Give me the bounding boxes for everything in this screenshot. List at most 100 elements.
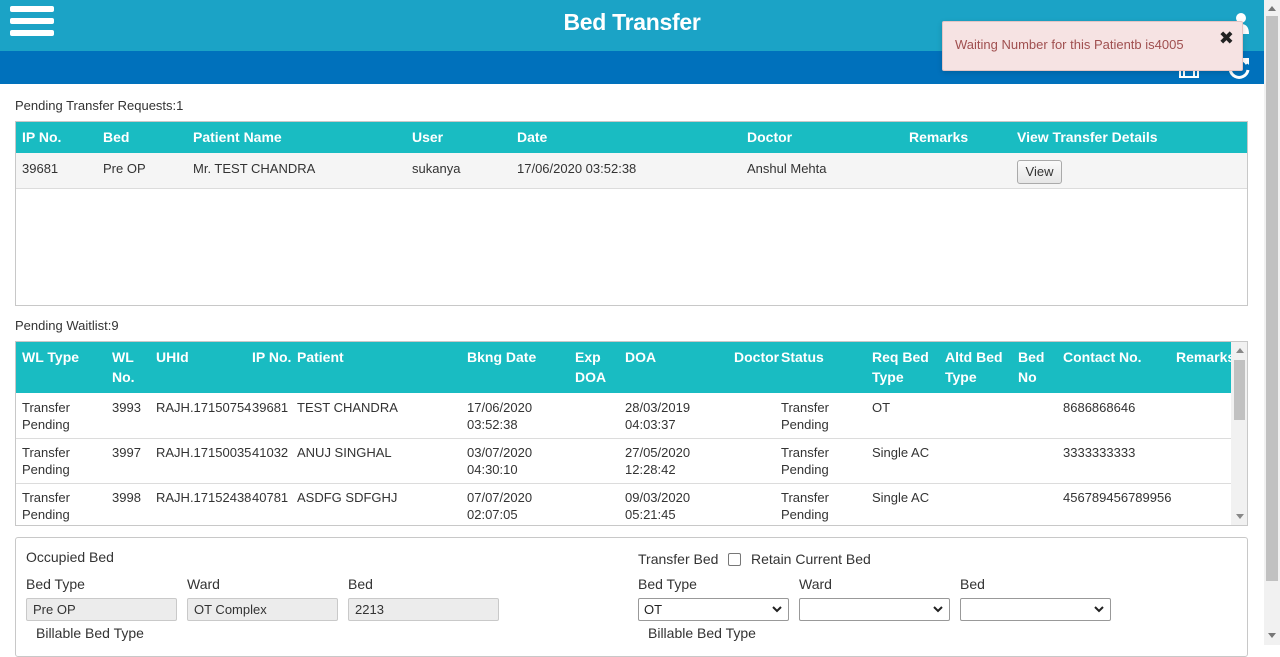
cell-wl-type: Transfer Pending bbox=[22, 400, 70, 432]
col-doctor: Doctor bbox=[734, 349, 780, 365]
chevron-down-icon bbox=[1094, 606, 1104, 613]
waitlist-scrollbar[interactable] bbox=[1231, 342, 1247, 525]
transfer-bed-type-label: Bed Type bbox=[638, 576, 697, 592]
cell-patient: TEST CHANDRA bbox=[297, 400, 398, 415]
col-contact-no: Contact No. bbox=[1063, 349, 1142, 365]
bed-transfer-form: Occupied Bed Bed Type Ward Bed Pre OP OT… bbox=[15, 537, 1248, 657]
occupied-bed-type-field: Pre OP bbox=[26, 598, 177, 621]
toast-message: Waiting Number for this Patientb is4005 bbox=[955, 37, 1184, 52]
transfer-ward-select[interactable] bbox=[799, 598, 950, 621]
occupied-bed-field: 2213 bbox=[348, 598, 499, 621]
col-bed-no: Bed No bbox=[1018, 349, 1045, 385]
cell-contact: 3333333333 bbox=[1063, 445, 1136, 460]
transfer-bed-type-select[interactable]: OT bbox=[638, 598, 789, 621]
cell-contact: 8686868646 bbox=[1063, 400, 1136, 415]
view-button[interactable]: View bbox=[1017, 160, 1062, 184]
cell-doa: 28/03/2019 04:03:37 bbox=[625, 400, 691, 432]
table-row[interactable]: 39681 Pre OP Mr. TEST CHANDRA sukanya 17… bbox=[16, 153, 1247, 188]
col-doctor: Doctor bbox=[747, 129, 793, 145]
scroll-thumb[interactable] bbox=[1266, 16, 1278, 581]
cell-wl-type: Transfer Pending bbox=[22, 445, 70, 477]
col-wl-no: WL No. bbox=[112, 349, 135, 385]
retain-current-bed-label: Retain Current Bed bbox=[751, 551, 871, 567]
occupied-ward-field: OT Complex bbox=[187, 598, 338, 621]
page-scrollbar[interactable] bbox=[1264, 0, 1280, 645]
cell-bkng-date: 07/07/2020 02:07:05 bbox=[467, 490, 533, 522]
cell-ip: 39681 bbox=[252, 400, 289, 415]
scroll-up-icon[interactable] bbox=[1236, 348, 1244, 353]
col-bed: Bed bbox=[103, 129, 130, 145]
col-remarks: Remarks bbox=[1176, 349, 1236, 365]
cell-ip: 39681 bbox=[22, 161, 59, 176]
col-req-bed-type: Req Bed Type bbox=[872, 349, 929, 385]
cell-status: Transfer Pending bbox=[781, 490, 829, 522]
col-ip-no: IP No. bbox=[22, 129, 62, 145]
chevron-down-icon bbox=[772, 606, 782, 613]
table-header: WL Type WL No. UHId IP No. Patient Bkng D… bbox=[16, 342, 1235, 393]
occupied-billable-label: Billable Bed Type bbox=[36, 625, 144, 641]
occupied-bed-type-label: Bed Type bbox=[26, 576, 85, 592]
chevron-down-icon bbox=[933, 606, 943, 613]
cell-bkng-date: 03/07/2020 04:30:10 bbox=[467, 445, 533, 477]
cell-wl-no: 3998 bbox=[112, 490, 141, 505]
retain-current-bed-checkbox[interactable] bbox=[728, 553, 741, 566]
close-icon[interactable]: ✖ bbox=[1219, 28, 1234, 49]
cell-patient: ANUJ SINGHAL bbox=[297, 445, 392, 460]
col-altd-bed-type: Altd Bed Type bbox=[945, 349, 1003, 385]
cell-doctor: Anshul Mehta bbox=[747, 161, 827, 176]
cell-patient: Mr. TEST CHANDRA bbox=[193, 161, 316, 176]
notification-toast: Waiting Number for this Patientb is4005 … bbox=[942, 21, 1243, 71]
table-row[interactable]: Transfer Pending 3998 RAJH.17152438 40781… bbox=[16, 483, 1231, 525]
scroll-thumb[interactable] bbox=[1234, 360, 1245, 420]
cell-doa: 09/03/2020 05:21:45 bbox=[625, 490, 691, 522]
col-doa: DOA bbox=[625, 349, 657, 365]
cell-date: 17/06/2020 03:52:38 bbox=[517, 161, 637, 176]
col-wl-type: WL Type bbox=[22, 349, 80, 365]
col-view-transfer-details: View Transfer Details bbox=[1017, 129, 1158, 145]
cell-contact: 456789456789956 bbox=[1063, 490, 1172, 505]
table-row[interactable]: Transfer Pending 3993 RAJH.17150754 39681… bbox=[16, 393, 1231, 438]
cell-patient: ASDFG SDFGHJ bbox=[297, 490, 398, 505]
cell-req-bed-type: OT bbox=[872, 400, 891, 415]
waitlist-table: WL Type WL No. UHId IP No. Patient Bkng D… bbox=[15, 341, 1248, 526]
cell-wl-type: Transfer Pending bbox=[22, 490, 70, 522]
col-exp-doa: Exp DOA bbox=[575, 349, 607, 385]
col-status: Status bbox=[781, 349, 824, 365]
row-divider bbox=[16, 188, 1247, 189]
scroll-down-icon[interactable] bbox=[1268, 633, 1276, 638]
pending-requests-table: IP No. Bed Patient Name User Date Doctor… bbox=[15, 121, 1248, 306]
occupied-bed-title: Occupied Bed bbox=[26, 549, 114, 565]
cell-status: Transfer Pending bbox=[781, 445, 829, 477]
pending-requests-label: Pending Transfer Requests:1 bbox=[15, 98, 184, 113]
cell-ip: 40781 bbox=[252, 490, 289, 505]
cell-wl-no: 3997 bbox=[112, 445, 141, 460]
transfer-billable-label: Billable Bed Type bbox=[648, 625, 756, 641]
transfer-bed-type-value: OT bbox=[644, 602, 663, 617]
cell-user: sukanya bbox=[412, 161, 461, 176]
col-patient-name: Patient Name bbox=[193, 129, 282, 145]
cell-req-bed-type: Single AC bbox=[872, 490, 930, 505]
cell-bkng-date: 17/06/2020 03:52:38 bbox=[467, 400, 533, 432]
transfer-bed-select[interactable] bbox=[960, 598, 1111, 621]
cell-uhid: RAJH.17150754 bbox=[156, 400, 252, 415]
col-patient: Patient bbox=[297, 349, 344, 365]
cell-uhid: RAJH.17152438 bbox=[156, 490, 252, 505]
col-date: Date bbox=[517, 129, 548, 145]
cell-status: Transfer Pending bbox=[781, 400, 829, 432]
cell-wl-no: 3993 bbox=[112, 400, 141, 415]
col-user: User bbox=[412, 129, 444, 145]
table-header: IP No. Bed Patient Name User Date Doctor… bbox=[16, 122, 1247, 153]
transfer-bed-label: Bed bbox=[960, 576, 985, 592]
transfer-bed-title: Transfer Bed bbox=[638, 551, 719, 567]
scroll-down-icon[interactable] bbox=[1236, 514, 1244, 519]
col-ip-no: IP No. bbox=[252, 349, 292, 365]
cell-ip: 41032 bbox=[252, 445, 289, 460]
cell-uhid: RAJH.17150035 bbox=[156, 445, 252, 460]
occupied-ward-label: Ward bbox=[187, 576, 220, 592]
transfer-ward-label: Ward bbox=[799, 576, 832, 592]
table-row[interactable]: Transfer Pending 3997 RAJH.17150035 41032… bbox=[16, 438, 1231, 483]
scroll-up-icon[interactable] bbox=[1268, 6, 1276, 11]
col-uhid: UHId bbox=[156, 349, 189, 365]
col-bkng-date: Bkng Date bbox=[467, 349, 537, 365]
cell-doa: 27/05/2020 12:28:42 bbox=[625, 445, 691, 477]
